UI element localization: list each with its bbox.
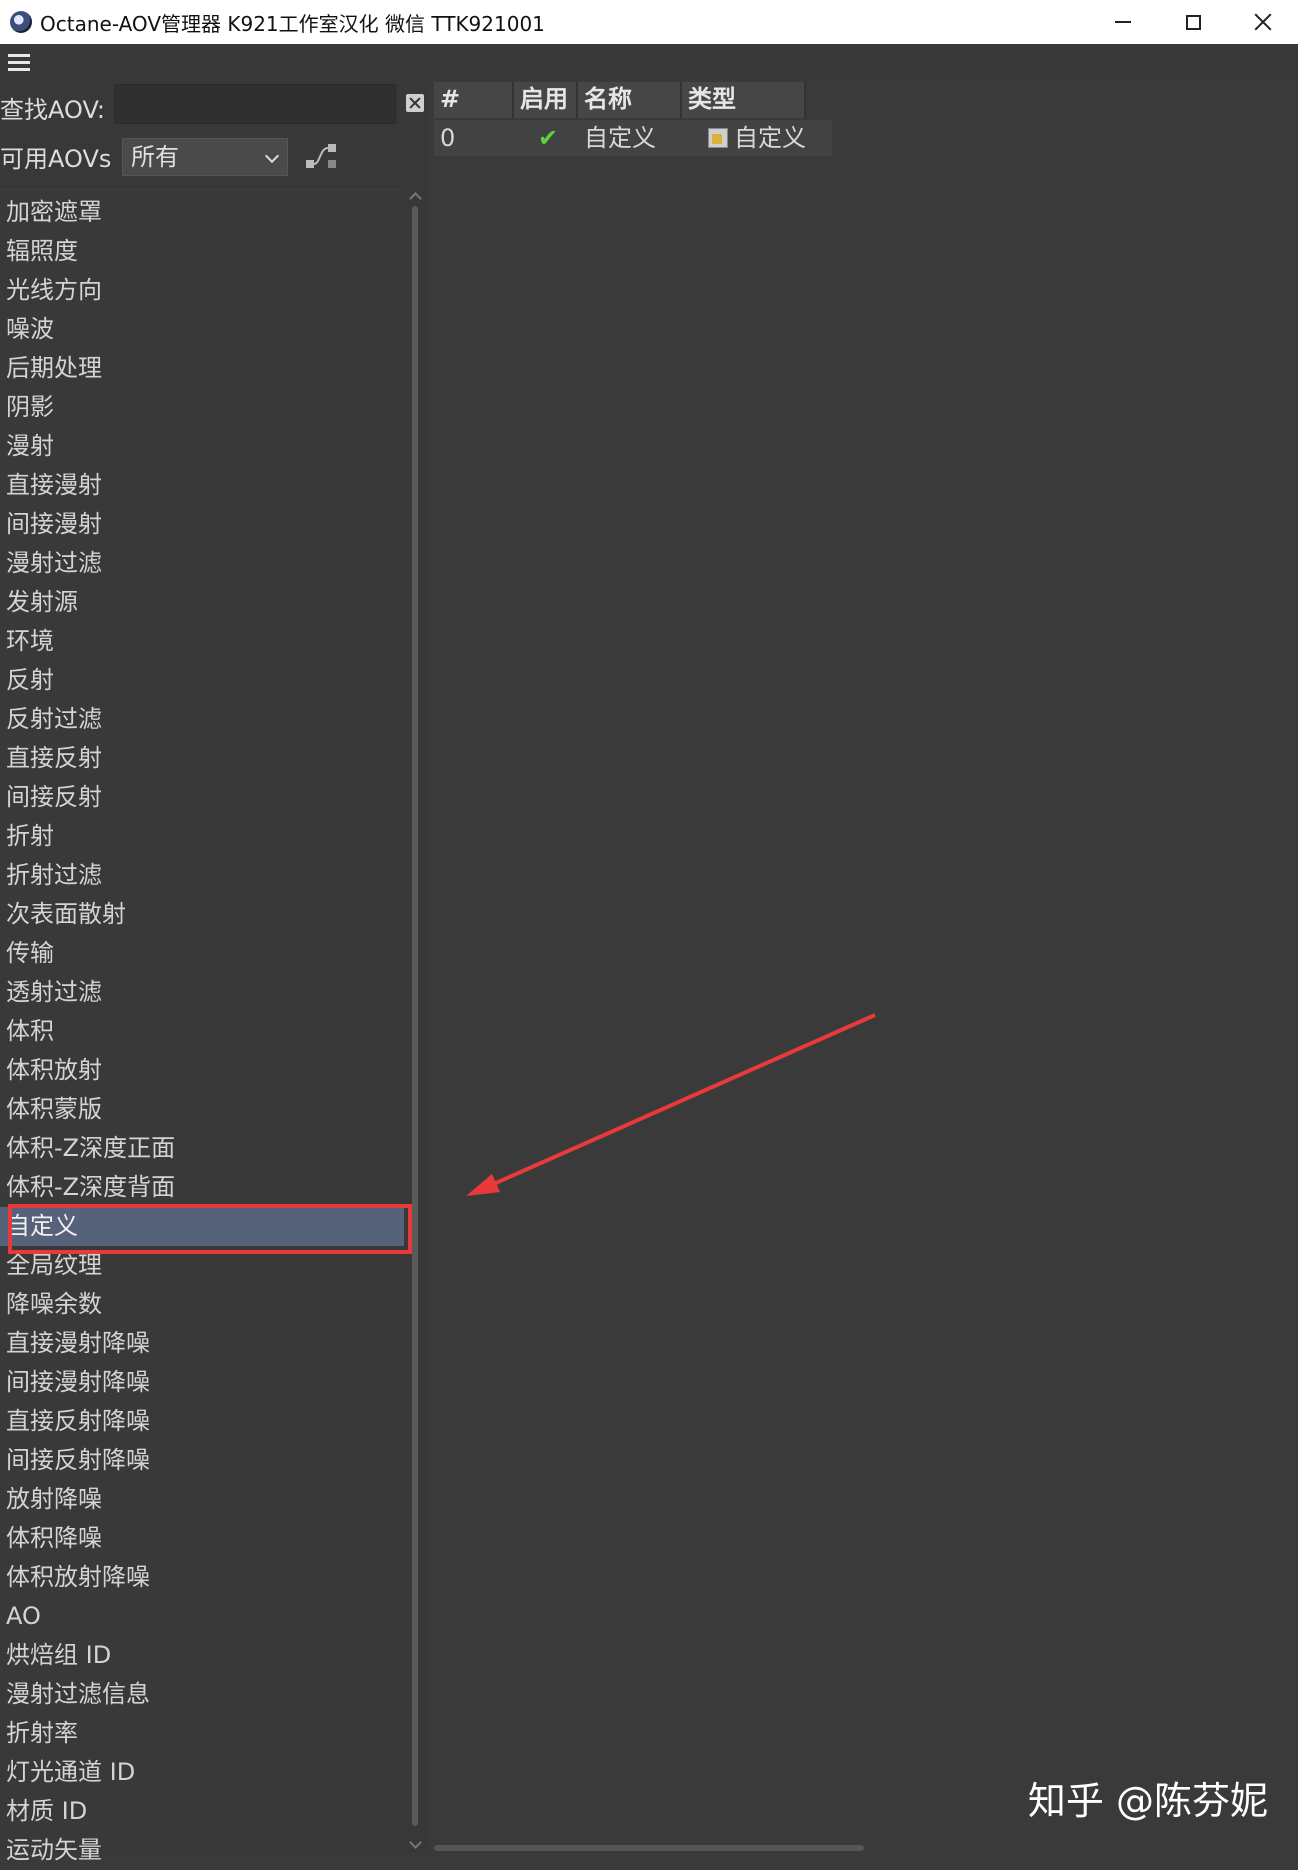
column-header-enabled[interactable]: 启用: [514, 82, 578, 118]
row-index: 0: [440, 124, 456, 152]
aov-list-item[interactable]: 折射过滤: [0, 856, 404, 895]
search-input[interactable]: [114, 84, 396, 124]
aov-list-box: 加密遮罩 辐照度 光线方向 噪波 后期处理 阴影 漫射 直接漫射 间接漫射 漫射过滤 发射源 环境 反射…: [0, 186, 404, 1864]
hamburger-menu-icon[interactable]: [8, 54, 30, 72]
aov-list-item[interactable]: 体积: [0, 1012, 404, 1051]
aov-filter-dropdown[interactable]: 所有: [122, 138, 288, 176]
aov-list-item[interactable]: 漫射: [0, 427, 404, 466]
app-icon: [10, 11, 32, 33]
node-editor-icon[interactable]: [304, 140, 340, 174]
aov-list-item[interactable]: 间接反射: [0, 778, 404, 817]
aov-list-item[interactable]: 阴影: [0, 388, 404, 427]
aov-list-item[interactable]: 间接漫射: [0, 505, 404, 544]
list-scrollbar[interactable]: [404, 186, 430, 1853]
aov-list-item[interactable]: 加密遮罩: [0, 193, 404, 232]
search-label: 查找AOV:: [0, 96, 106, 124]
table-row[interactable]: 0 ✔ 自定义 自定义: [434, 120, 832, 156]
aov-list-item[interactable]: 光线方向: [0, 271, 404, 310]
aov-list-item[interactable]: 直接反射: [0, 739, 404, 778]
aov-list-item[interactable]: 直接漫射: [0, 466, 404, 505]
aov-table-panel: # 启用 名称 类型 0 ✔ 自定义 自定义: [432, 80, 1298, 1853]
menu-bar: [0, 44, 1298, 81]
close-button[interactable]: [1228, 0, 1298, 44]
aov-list-item[interactable]: 噪波: [0, 310, 404, 349]
aov-list-item[interactable]: 放射降噪: [0, 1480, 404, 1519]
row-type: 自定义: [702, 120, 832, 156]
scroll-up-icon[interactable]: [409, 192, 422, 205]
window-title: Octane-AOV管理器 K921工作室汉化 微信 TTK921001: [40, 11, 545, 36]
column-header-type[interactable]: 类型: [682, 82, 806, 118]
aov-list-item[interactable]: 体积放射: [0, 1051, 404, 1090]
aov-list-item[interactable]: 烘焙组 ID: [0, 1636, 404, 1675]
aov-list-item[interactable]: 间接漫射降噪: [0, 1363, 404, 1402]
close-icon: [1254, 13, 1272, 31]
aov-list-item[interactable]: 体积放射降噪: [0, 1558, 404, 1597]
maximize-icon: [1185, 14, 1201, 30]
aov-list-item[interactable]: 间接反射降噪: [0, 1441, 404, 1480]
chevron-down-icon: [264, 148, 280, 164]
aov-list-item[interactable]: 环境: [0, 622, 404, 661]
aov-list-item[interactable]: 直接反射降噪: [0, 1402, 404, 1441]
table-header: # 启用 名称 类型: [434, 82, 806, 118]
aov-list-item[interactable]: 传输: [0, 934, 404, 973]
aov-list-item[interactable]: 体积降噪: [0, 1519, 404, 1558]
aov-list-item[interactable]: 反射: [0, 661, 404, 700]
scroll-down-icon[interactable]: [409, 1836, 422, 1849]
aov-list-item[interactable]: 辐照度: [0, 232, 404, 271]
aov-list-item[interactable]: 漫射过滤: [0, 544, 404, 583]
aov-list-item[interactable]: 次表面散射: [0, 895, 404, 934]
aov-list-item[interactable]: 材质 ID: [0, 1792, 404, 1831]
aov-list-item[interactable]: 体积-Z深度正面: [0, 1129, 404, 1168]
annotation-highlight-box: [8, 1204, 412, 1254]
aov-list-item[interactable]: 折射: [0, 817, 404, 856]
maximize-button[interactable]: [1158, 0, 1228, 44]
aov-list-item[interactable]: 折射率: [0, 1714, 404, 1753]
aov-list-item[interactable]: AO: [0, 1597, 404, 1636]
row-enabled[interactable]: ✔: [514, 120, 578, 156]
custom-aov-icon: [708, 128, 728, 148]
filter-selected-value: 所有: [131, 143, 179, 171]
aov-list-item[interactable]: 运动矢量: [0, 1831, 404, 1870]
aov-list-item[interactable]: 体积蒙版: [0, 1090, 404, 1129]
minimize-icon: [1115, 21, 1131, 23]
aov-list-item[interactable]: 发射源: [0, 583, 404, 622]
aov-list-item[interactable]: 透射过滤: [0, 973, 404, 1012]
aov-list-item[interactable]: 反射过滤: [0, 700, 404, 739]
column-header-name[interactable]: 名称: [578, 82, 682, 118]
column-header-index[interactable]: #: [434, 82, 514, 118]
aov-list-item[interactable]: 灯光通道 ID: [0, 1753, 404, 1792]
title-bar: Octane-AOV管理器 K921工作室汉化 微信 TTK921001: [0, 0, 1298, 44]
aov-list-item[interactable]: 体积-Z深度背面: [0, 1168, 404, 1207]
check-icon[interactable]: ✔: [538, 120, 558, 156]
aov-list-item[interactable]: 后期处理: [0, 349, 404, 388]
row-name: 自定义: [584, 124, 656, 152]
minimize-button[interactable]: [1088, 0, 1158, 44]
horizontal-scrollbar[interactable]: [434, 1845, 864, 1851]
aov-browser-panel: 查找AOV: 可用AOVs 所有 加密遮罩 辐照度 光线方向 噪波 后期处理 阴影 漫射 直接…: [0, 80, 430, 1864]
aov-list-item[interactable]: 降噪余数: [0, 1285, 404, 1324]
row-type-label: 自定义: [734, 124, 806, 152]
aov-list: 加密遮罩 辐照度 光线方向 噪波 后期处理 阴影 漫射 直接漫射 间接漫射 漫射过滤 发射源 环境 反射…: [0, 193, 404, 1870]
aov-list-item[interactable]: 直接漫射降噪: [0, 1324, 404, 1363]
aov-list-item[interactable]: 漫射过滤信息: [0, 1675, 404, 1714]
clear-search-icon[interactable]: [406, 94, 424, 112]
watermark: 知乎 @陈芬妮: [1027, 1779, 1268, 1823]
scrollbar-thumb[interactable]: [412, 206, 418, 1826]
available-aovs-label: 可用AOVs: [0, 145, 112, 173]
window-controls: [1088, 0, 1298, 44]
